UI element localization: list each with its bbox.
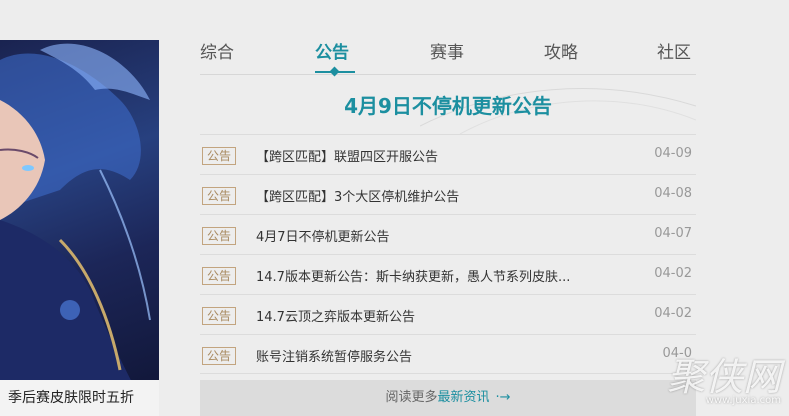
tag-badge: 公告 (202, 187, 236, 205)
news-title[interactable]: 4月7日不停机更新公告 (256, 226, 621, 245)
news-date: 04-09 (654, 146, 692, 161)
read-more-button[interactable]: 阅读更多最新资讯 ·→ (200, 380, 696, 416)
tab-announcement[interactable]: 公告 (315, 38, 349, 63)
list-item[interactable]: 公告 14.7云顶之弈版本更新公告 04-02 (200, 294, 696, 334)
tab-general[interactable]: 综合 (200, 38, 234, 63)
tab-community[interactable]: 社区 (657, 38, 691, 63)
list-item[interactable]: 公告 账号注销系统暂停服务公告 04-0 (200, 334, 696, 374)
news-date: 04-02 (654, 266, 692, 281)
tab-guides[interactable]: 攻略 (544, 38, 578, 63)
list-item[interactable]: 公告 【跨区匹配】3个大区停机维护公告 04-08 (200, 174, 696, 214)
list-item[interactable]: 公告 【跨区匹配】联盟四区开服公告 04-09 (200, 134, 696, 174)
news-title[interactable]: 【跨区匹配】3个大区停机维护公告 (256, 186, 621, 205)
list-item[interactable]: 公告 4月7日不停机更新公告 04-07 (200, 214, 696, 254)
watermark-logo: 聚侠网 (666, 355, 781, 399)
tag-badge: 公告 (202, 347, 236, 365)
banner-caption: 季后赛皮肤限时五折 (0, 380, 159, 416)
news-date: 04-08 (654, 186, 692, 201)
site-watermark: 聚侠网 www.juxia.com (667, 358, 781, 406)
news-tabs: 综合 公告 赛事 攻略 社区 (200, 38, 696, 74)
featured-headline[interactable]: 4月9日不停机更新公告 (200, 90, 696, 119)
news-date: 04-02 (654, 306, 692, 321)
tag-badge: 公告 (202, 147, 236, 165)
read-more-accent: 最新资讯 (437, 390, 490, 405)
tag-badge: 公告 (202, 267, 236, 285)
news-title[interactable]: 14.7版本更新公告：斯卡纳获更新，愚人节系列皮肤... (256, 266, 621, 285)
tabs-divider (200, 74, 696, 75)
list-item[interactable]: 公告 14.7版本更新公告：斯卡纳获更新，愚人节系列皮肤... 04-02 (200, 254, 696, 294)
read-more-prefix: 阅读更多 (385, 390, 438, 405)
news-title[interactable]: 14.7云顶之弈版本更新公告 (256, 306, 621, 325)
news-title[interactable]: 账号注销系统暂停服务公告 (256, 346, 621, 365)
promo-banner[interactable]: 季后赛皮肤限时五折 (0, 40, 159, 416)
arrow-right-icon: ·→ (495, 390, 511, 405)
news-list: 公告 【跨区匹配】联盟四区开服公告 04-09 公告 【跨区匹配】3个大区停机维… (200, 134, 696, 374)
tag-badge: 公告 (202, 307, 236, 325)
tag-badge: 公告 (202, 227, 236, 245)
tab-events[interactable]: 赛事 (430, 38, 464, 63)
news-date: 04-07 (654, 226, 692, 241)
news-title[interactable]: 【跨区匹配】联盟四区开服公告 (256, 146, 621, 165)
champion-artwork (0, 43, 151, 416)
